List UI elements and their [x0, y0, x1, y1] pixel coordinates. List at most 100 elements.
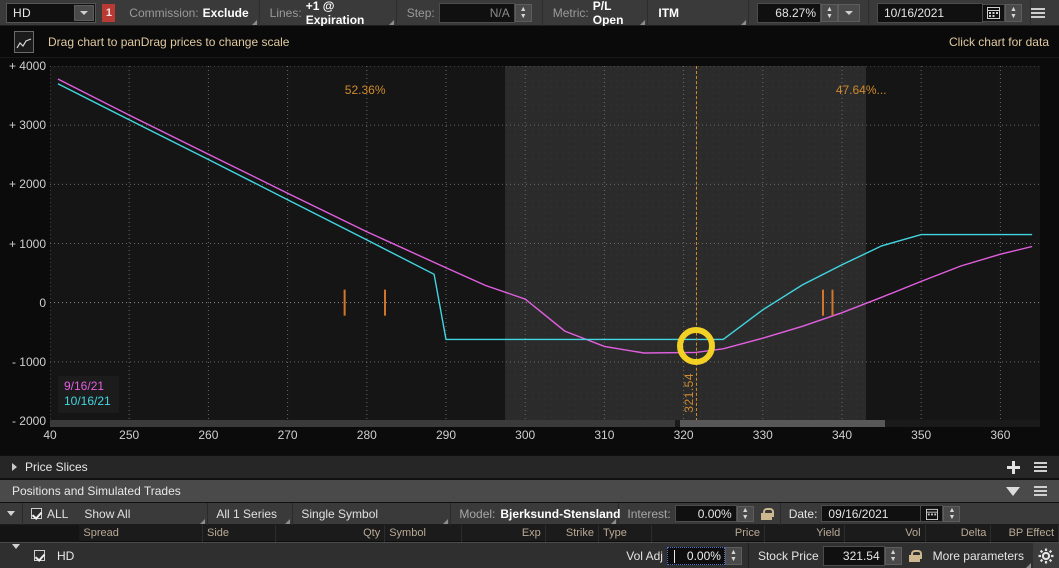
hamburger-menu-icon[interactable]: [1034, 462, 1047, 472]
commission-value: Exclude: [202, 5, 249, 20]
y-axis-tick: + 4000: [8, 59, 46, 73]
y-axis[interactable]: + 4000 + 3000 + 2000 + 1000 0 - 1000 - 2000: [0, 58, 50, 428]
x-axis-tick: 40: [43, 428, 57, 442]
x-axis-tick: 310: [594, 428, 615, 442]
itm-field[interactable]: ITM: [648, 0, 749, 26]
all-checkbox-cell[interactable]: ALL: [23, 503, 76, 525]
vol-adj-input[interactable]: 0.00%: [666, 546, 725, 565]
analysis-date-input[interactable]: 09/16/2021: [821, 505, 922, 522]
x-axis-tick: 280: [356, 428, 377, 442]
column-header-spread[interactable]: Spread: [79, 524, 203, 542]
unlock-icon[interactable]: [760, 507, 774, 520]
x-axis-tick: 290: [435, 428, 457, 442]
show-all-filter[interactable]: Show All: [76, 502, 209, 525]
column-header-yield[interactable]: Yield: [765, 524, 846, 542]
chevron-down-icon: [7, 511, 15, 516]
metric-value: P/L Open: [592, 0, 624, 27]
symbol-dropdown-button[interactable]: [74, 4, 95, 21]
position-row-hd[interactable]: HD Vol Adj 0.00% ▲ ▼ Stock Price 321.54 ▲…: [0, 542, 1059, 568]
expand-all-button[interactable]: [0, 502, 23, 525]
step-spinner[interactable]: ▲ ▼: [514, 3, 532, 22]
column-header-exp[interactable]: Exp: [462, 524, 546, 542]
stock-price-spinner[interactable]: ▲ ▼: [884, 546, 902, 565]
gear-icon[interactable]: [1033, 542, 1059, 568]
column-header-vol[interactable]: Vol: [845, 524, 926, 542]
resize-corner-icon: [200, 518, 206, 524]
percent-spinner[interactable]: ▲ ▼: [821, 3, 838, 22]
y-axis-tick: + 3000: [8, 118, 46, 133]
checkbox-checked-icon[interactable]: [34, 550, 45, 561]
interest-value: 0.00%: [697, 506, 732, 521]
analysis-date-spinner[interactable]: ▲ ▼: [943, 505, 961, 522]
metric-field[interactable]: Metric: P/L Open: [543, 0, 649, 27]
pl-chart[interactable]: + 4000 + 3000 + 2000 + 1000 0 - 1000 - 2000 32…: [0, 58, 1059, 455]
calendar-icon[interactable]: [921, 505, 944, 522]
column-header-bp-effect[interactable]: BP Effect: [991, 524, 1059, 542]
model-field[interactable]: Model: Bjerksund-Stensland: [451, 502, 620, 525]
column-header-side[interactable]: Side: [203, 524, 277, 542]
chevron-down-icon: [845, 10, 853, 15]
metric-label: Metric:: [552, 5, 589, 20]
chart-thumbnail-icon[interactable]: [14, 30, 34, 53]
calendar-icon[interactable]: [983, 3, 1005, 22]
resize-corner-icon: [285, 518, 291, 524]
x-axis-tick: 320: [673, 428, 694, 442]
itm-value: ITM: [658, 5, 680, 20]
vol-adj-spinner[interactable]: ▲ ▼: [724, 546, 742, 565]
lines-label: Lines:: [269, 5, 302, 20]
x-axis-tick: 340: [831, 428, 853, 442]
row-expand-button[interactable]: [12, 543, 20, 563]
column-header-symbol[interactable]: Symbol: [385, 524, 462, 542]
plus-icon[interactable]: [1007, 460, 1020, 474]
stock-price-value: 321.54: [842, 548, 880, 563]
date-spinner[interactable]: ▲ ▼: [1005, 3, 1022, 22]
triangle-down-icon[interactable]: [1006, 486, 1020, 496]
toolbar-menu-button[interactable]: [1031, 7, 1047, 18]
commission-field[interactable]: Commission: Exclude: [119, 0, 260, 26]
column-header-price[interactable]: Price: [652, 524, 765, 542]
lines-value: +1 @ Expiration: [305, 0, 365, 27]
positions-panel-title: Positions and Simulated Trades: [12, 484, 181, 498]
price-slices-panel-header[interactable]: Price Slices: [0, 455, 1059, 479]
resize-corner-icon: [741, 19, 746, 25]
symbol-filter[interactable]: Single Symbol: [293, 502, 452, 525]
selected-point-ring[interactable]: [676, 326, 715, 365]
vol-adj-field: Vol Adj: [617, 543, 667, 568]
y-axis-tick: - 2000: [11, 414, 46, 428]
x-axis[interactable]: 40 250 260 270 280 290 300 310 320 330 340 350 360: [43, 426, 1040, 450]
lines-field[interactable]: Lines: +1 @ Expiration: [260, 0, 397, 27]
column-header-strike[interactable]: Strike: [546, 524, 599, 542]
interest-spinner[interactable]: ▲ ▼: [736, 505, 754, 522]
model-label: Model:: [459, 506, 496, 521]
step-input[interactable]: N/A: [438, 2, 515, 23]
column-header-delta[interactable]: Delta: [926, 524, 992, 542]
right-percent-label: 47.64%...: [835, 82, 887, 97]
percent-input[interactable]: 68.27%: [757, 2, 821, 23]
stock-price-input[interactable]: 321.54: [822, 545, 885, 566]
unlock-icon[interactable]: [908, 549, 922, 562]
date-input[interactable]: 10/16/2021: [877, 2, 983, 23]
checkbox-checked-icon[interactable]: [31, 508, 42, 519]
interest-field: Interest:: [619, 503, 674, 525]
percent-dropdown-button[interactable]: [838, 3, 860, 22]
price-slices-title: Price Slices: [25, 460, 88, 474]
positions-panel-header[interactable]: Positions and Simulated Trades: [0, 479, 1059, 503]
series-filter[interactable]: All 1 Series: [208, 502, 294, 525]
vol-adj-label: Vol Adj: [626, 548, 663, 563]
resize-corner-icon: [611, 518, 617, 524]
y-axis-tick: 0: [39, 295, 46, 310]
alert-count-badge[interactable]: 1: [102, 3, 116, 22]
x-axis-tick: 260: [198, 428, 219, 442]
resize-corner-icon: [1026, 562, 1031, 568]
chevron-right-icon[interactable]: [12, 463, 17, 471]
chart-svg: [50, 66, 1040, 421]
chart-pan-hint: Drag chart to panDrag prices to change s…: [48, 34, 290, 49]
interest-input[interactable]: 0.00%: [674, 505, 737, 522]
column-header-qty[interactable]: Qty: [276, 524, 386, 542]
hamburger-menu-icon[interactable]: [1034, 486, 1047, 496]
plot-area[interactable]: 321.54 52.36% 47.64%... 9/16/21 10/16/21: [50, 66, 1040, 421]
column-header-type[interactable]: Type: [599, 524, 653, 542]
step-value: N/A: [489, 5, 510, 20]
symbol-input[interactable]: HD: [6, 2, 97, 23]
more-parameters-button[interactable]: More parameters: [924, 543, 1033, 568]
